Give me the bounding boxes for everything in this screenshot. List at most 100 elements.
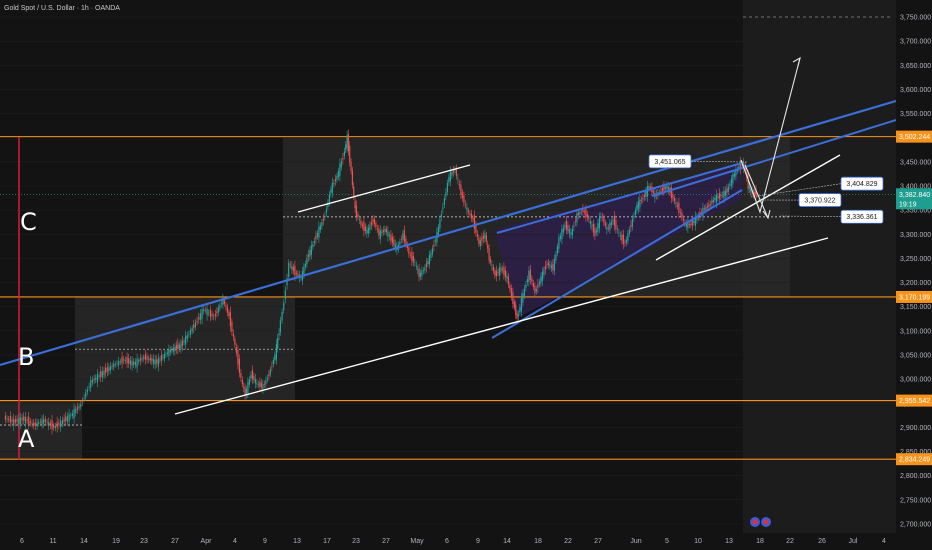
x-tick-label: 10 bbox=[694, 538, 702, 545]
candle-body bbox=[203, 309, 205, 312]
candle-body bbox=[109, 366, 112, 371]
x-tick-label: 27 bbox=[382, 538, 390, 545]
candle-body bbox=[355, 205, 357, 217]
candle-body bbox=[522, 293, 524, 303]
candle-body bbox=[247, 382, 249, 394]
x-tick-label: 4 bbox=[233, 538, 237, 545]
x-tick-label: 5 bbox=[665, 538, 669, 545]
candle-body bbox=[24, 417, 26, 424]
candle-body bbox=[640, 200, 642, 201]
price-axis[interactable] bbox=[896, 0, 932, 550]
candle-body bbox=[678, 202, 680, 213]
x-tick-label: 19 bbox=[112, 538, 120, 545]
candle-body bbox=[727, 186, 729, 192]
candle-body bbox=[93, 378, 95, 381]
y-tick-label: 3,650.000 bbox=[900, 63, 931, 70]
candle-body bbox=[568, 229, 570, 234]
candle-body bbox=[400, 239, 402, 240]
x-tick-label: May bbox=[410, 538, 424, 545]
candle-body bbox=[253, 375, 255, 380]
candle-body bbox=[174, 346, 176, 352]
y-tick-label: 3,700.000 bbox=[900, 39, 931, 46]
candle-body bbox=[189, 330, 192, 335]
candle-body bbox=[418, 268, 420, 278]
candle-body bbox=[206, 308, 208, 316]
candle-body bbox=[676, 204, 678, 207]
candle-body bbox=[171, 349, 173, 351]
candle-body bbox=[748, 186, 750, 189]
candle-body bbox=[732, 174, 734, 184]
candle-body bbox=[358, 219, 360, 221]
candle-body bbox=[343, 151, 345, 157]
candle-body bbox=[88, 386, 90, 388]
candle-body bbox=[717, 196, 719, 199]
candle-body bbox=[621, 234, 623, 241]
candle-body bbox=[54, 425, 56, 429]
candle-body bbox=[364, 226, 366, 231]
candle-body bbox=[193, 324, 195, 329]
candle-body bbox=[529, 269, 531, 280]
candle-body bbox=[379, 230, 381, 239]
candle-body bbox=[180, 343, 182, 350]
candle-body bbox=[512, 292, 514, 305]
candle-body bbox=[434, 240, 436, 242]
countdown-label: 19:19 bbox=[899, 201, 917, 208]
chart-title: Gold Spot / U.S. Dollar · 1h · OANDA bbox=[4, 5, 120, 12]
candle-body bbox=[603, 217, 605, 223]
candle-body bbox=[297, 273, 299, 276]
price-chart[interactable]: A B C 3,451.065 3,404.829 3,370.922 3,336.361… bbox=[0, 0, 932, 550]
candle-body bbox=[159, 359, 161, 361]
candle-body bbox=[141, 358, 143, 360]
y-tick-label: 2,900.000 bbox=[900, 425, 931, 432]
candle-body bbox=[266, 377, 268, 380]
candle-body bbox=[310, 245, 312, 255]
candle-body bbox=[730, 178, 732, 186]
candle-body bbox=[415, 265, 417, 267]
candle-body bbox=[178, 345, 180, 349]
candle-body bbox=[708, 203, 710, 207]
candle-body bbox=[134, 361, 136, 366]
candle-body bbox=[144, 354, 146, 360]
candle-body bbox=[91, 379, 93, 383]
x-tick-label: 17 bbox=[323, 538, 331, 545]
candle-body bbox=[16, 419, 18, 422]
candle-body bbox=[41, 419, 43, 425]
candle-body bbox=[339, 163, 341, 177]
candle-body bbox=[106, 367, 108, 372]
candle-body bbox=[424, 267, 426, 271]
candle-body bbox=[96, 374, 98, 383]
candle-body bbox=[631, 218, 633, 227]
candle-body bbox=[382, 229, 384, 232]
candle-body bbox=[78, 406, 80, 408]
candle-body bbox=[544, 266, 546, 270]
candle-body bbox=[208, 312, 210, 314]
candle-body bbox=[139, 357, 141, 362]
candle-body bbox=[34, 422, 36, 426]
candle-body bbox=[509, 284, 511, 290]
candle-body bbox=[589, 220, 591, 224]
candle-body bbox=[664, 186, 666, 190]
x-tick-label: 4 bbox=[882, 538, 886, 545]
candle-body bbox=[645, 190, 647, 197]
candle-body bbox=[482, 235, 484, 239]
candle-body bbox=[160, 354, 162, 361]
candle-body bbox=[294, 265, 296, 276]
candle-body bbox=[600, 216, 602, 219]
candle-body bbox=[682, 218, 684, 221]
candle-body bbox=[315, 236, 317, 240]
candle-body bbox=[391, 236, 393, 243]
candle-body bbox=[378, 228, 380, 236]
candle-body bbox=[363, 221, 365, 232]
candle-body bbox=[385, 228, 387, 233]
candle-body bbox=[133, 361, 135, 365]
candle-body bbox=[594, 227, 596, 236]
candle-body bbox=[46, 422, 48, 423]
x-tick-label: 23 bbox=[352, 538, 360, 545]
candle-body bbox=[469, 213, 471, 215]
candle-body bbox=[346, 135, 348, 148]
candle-body bbox=[535, 289, 537, 292]
candle-body bbox=[633, 216, 635, 218]
candle-body bbox=[81, 401, 83, 403]
x-tick-label: 11 bbox=[49, 538, 56, 545]
candle-body bbox=[185, 335, 187, 345]
